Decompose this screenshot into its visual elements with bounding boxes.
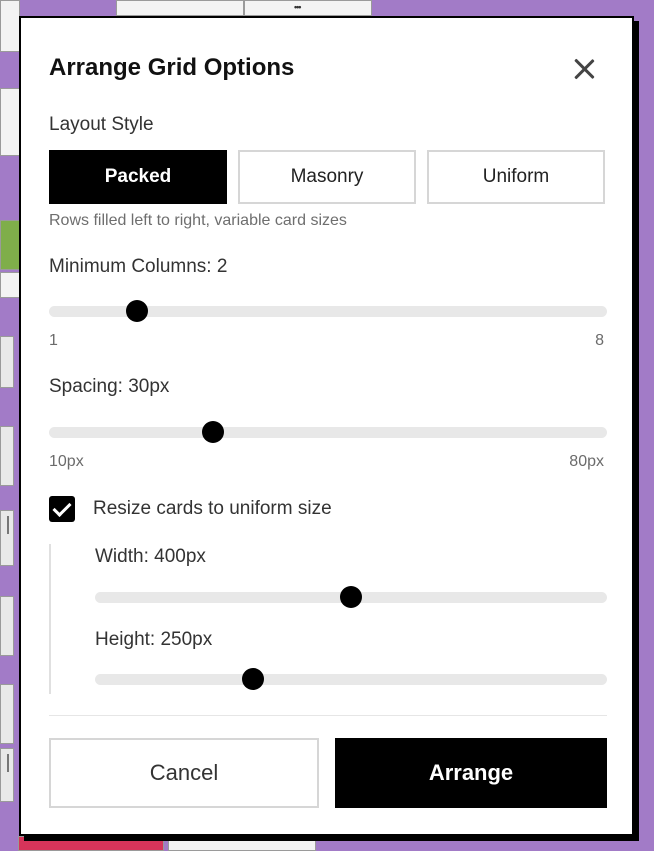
- layout-style-hint: Rows filled left to right, variable card…: [49, 212, 347, 229]
- slider-thumb[interactable]: [202, 421, 225, 443]
- min-columns-label: Minimum Columns: 2: [49, 256, 228, 277]
- bg-card: [0, 684, 14, 744]
- bg-card: [0, 272, 20, 298]
- dialog-title: Arrange Grid Options: [49, 54, 295, 81]
- spacing-label: Spacing: 30px: [49, 376, 170, 397]
- layout-option-masonry[interactable]: Masonry: [238, 150, 416, 204]
- resize-cards-label: Resize cards to uniform size: [93, 498, 332, 519]
- height-slider[interactable]: [95, 666, 607, 692]
- layout-style-label: Layout Style: [49, 114, 154, 135]
- arrange-button[interactable]: Arrange: [335, 738, 607, 808]
- bg-card: [0, 596, 14, 656]
- width-slider[interactable]: [95, 584, 607, 610]
- min-columns-min-label: 1: [49, 332, 58, 349]
- layout-option-uniform[interactable]: Uniform: [427, 150, 605, 204]
- width-label: Width: 400px: [95, 546, 206, 567]
- min-columns-max-label: 8: [595, 332, 604, 349]
- resize-cards-checkbox[interactable]: [49, 496, 75, 522]
- spacing-slider[interactable]: [49, 419, 607, 445]
- bg-scrollbar: [7, 754, 9, 772]
- footer-divider: [49, 715, 607, 716]
- bg-card: [0, 0, 20, 52]
- arrange-grid-dialog: Arrange Grid Options Layout Style Packed…: [19, 16, 634, 836]
- slider-thumb[interactable]: [340, 586, 362, 608]
- min-columns-slider[interactable]: [49, 298, 607, 324]
- layout-option-packed[interactable]: Packed: [49, 150, 227, 204]
- cancel-button[interactable]: Cancel: [49, 738, 319, 808]
- close-icon[interactable]: [569, 54, 599, 84]
- spacing-max-label: 80px: [569, 453, 604, 470]
- bg-more-dots: •••: [294, 2, 302, 12]
- slider-track: [95, 674, 607, 685]
- spacing-min-label: 10px: [49, 453, 84, 470]
- bg-card: [168, 836, 316, 851]
- slider-thumb[interactable]: [242, 668, 264, 690]
- slider-thumb[interactable]: [125, 300, 148, 322]
- slider-track: [49, 427, 607, 438]
- bg-card: [0, 336, 14, 388]
- bg-card: [18, 836, 164, 851]
- height-label: Height: 250px: [95, 629, 213, 650]
- bg-card: [0, 426, 14, 486]
- bg-card: [244, 0, 372, 16]
- bg-scrollbar: [7, 516, 9, 534]
- indent-guide: [49, 544, 51, 694]
- bg-card: [0, 88, 20, 156]
- bg-card: [0, 220, 20, 270]
- bg-card: [116, 0, 244, 16]
